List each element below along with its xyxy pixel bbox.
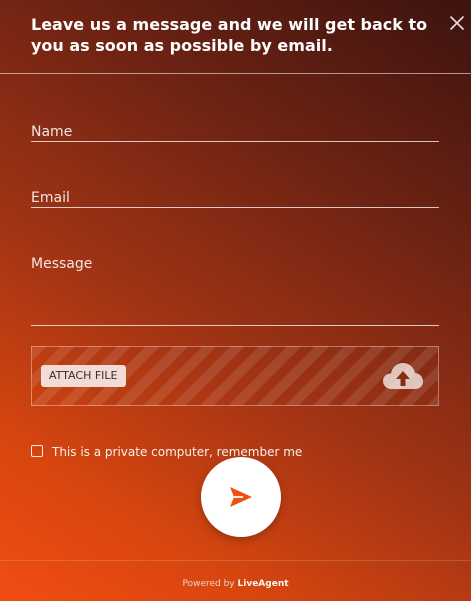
powered-by-label: Powered by (182, 579, 235, 589)
send-button[interactable] (201, 457, 281, 537)
message-field (31, 254, 439, 326)
remember-me-checkbox[interactable] (31, 445, 43, 457)
remember-me-label[interactable]: This is a private computer, remember me (52, 444, 302, 460)
footer: Powered by LiveAgent (0, 560, 471, 601)
name-input[interactable] (31, 120, 439, 141)
close-icon (450, 16, 464, 30)
close-button[interactable] (447, 13, 467, 33)
form-title: Leave us a message and we will get back … (31, 15, 428, 55)
chat-form-panel: Leave us a message and we will get back … (0, 0, 471, 601)
send-icon (230, 487, 252, 507)
email-input[interactable] (31, 187, 439, 207)
powered-by-text: Powered by LiveAgent (0, 579, 471, 589)
attach-file-button[interactable]: ATTACH FILE (41, 365, 126, 387)
form-header: Leave us a message and we will get back … (0, 0, 471, 74)
name-field (31, 120, 439, 142)
liveagent-link[interactable]: LiveAgent (238, 579, 289, 589)
cloud-upload-icon (383, 363, 423, 389)
attachment-dropzone[interactable]: ATTACH FILE (31, 346, 439, 406)
message-input[interactable] (31, 254, 439, 325)
email-field (31, 187, 439, 208)
